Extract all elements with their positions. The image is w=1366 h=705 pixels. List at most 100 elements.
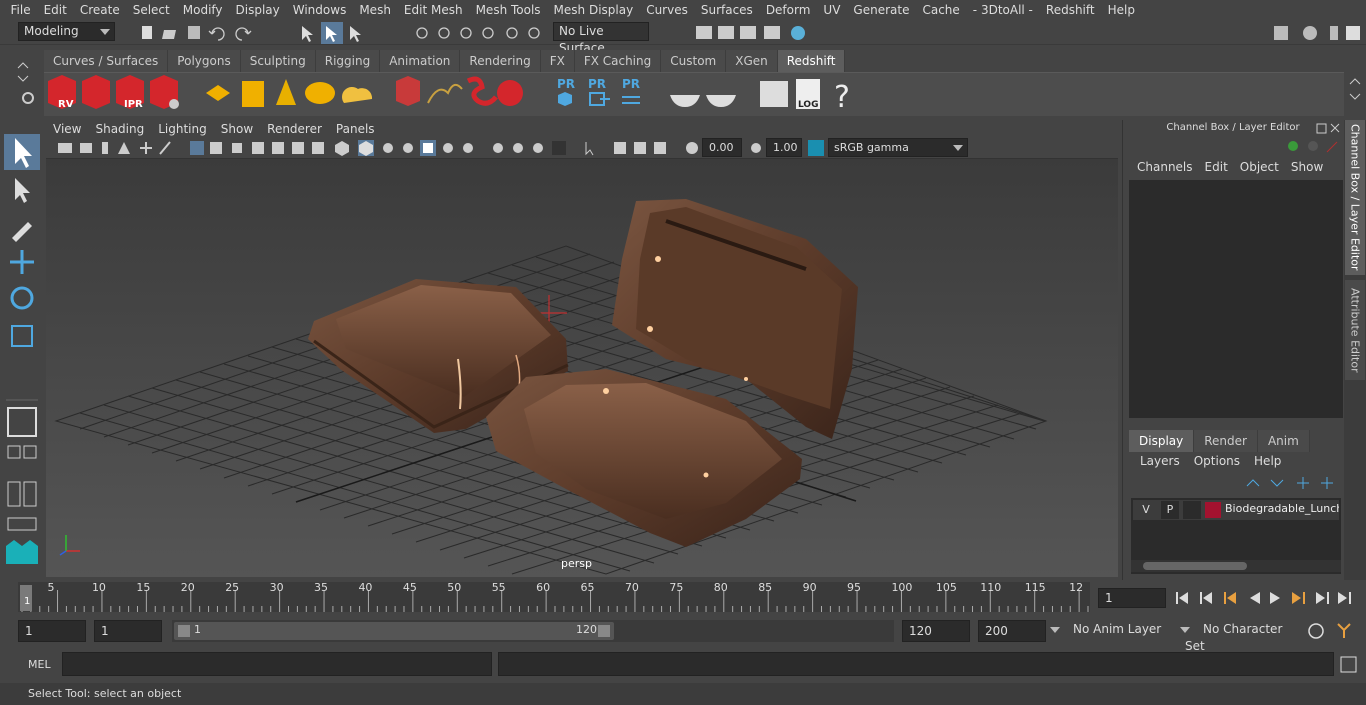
menu-edit-mesh[interactable]: Edit Mesh	[397, 3, 469, 17]
shelf-tab-sculpting[interactable]: Sculpting	[240, 50, 316, 72]
menu-generate[interactable]: Generate	[847, 3, 916, 17]
persp-viewport[interactable]: persp	[46, 159, 1118, 577]
range-left-grip[interactable]	[178, 625, 190, 637]
viewport-menu-renderer[interactable]: Renderer	[260, 122, 329, 136]
spot-light-icon	[276, 79, 296, 105]
menu-select[interactable]: Select	[126, 3, 176, 17]
exposure-field[interactable]: 0.00	[702, 138, 742, 157]
range-slider-handle[interactable]	[174, 622, 614, 640]
rv-render-view-icon: RV	[48, 75, 76, 110]
menu-uv[interactable]: UV	[817, 3, 847, 17]
channel-menu-edit[interactable]: Edit	[1199, 160, 1234, 174]
script-editor-icon	[760, 81, 788, 107]
layer-menu-options[interactable]: Options	[1187, 454, 1247, 468]
lasso-tool-icon	[15, 178, 30, 203]
character-set-dropdown[interactable]: No Character Set	[1180, 621, 1300, 653]
shelf-tab-fx-caching[interactable]: FX Caching	[574, 50, 662, 72]
end-time-field[interactable]: 200	[978, 620, 1046, 642]
layer-visibility-toggle[interactable]: V	[1137, 501, 1155, 519]
menu-mesh[interactable]: Mesh	[353, 3, 398, 17]
menu-file[interactable]: File	[4, 3, 37, 17]
viewport-toolbar: 0.00 1.00 sRGB gamma	[46, 138, 1118, 159]
render-settings-gear-icon	[169, 99, 179, 109]
channel-menu-object[interactable]: Object	[1234, 160, 1285, 174]
channel-menu-show[interactable]: Show	[1285, 160, 1329, 174]
menu-create[interactable]: Create	[73, 3, 126, 17]
layer-reference-toggle[interactable]	[1183, 501, 1201, 519]
range-right-grip[interactable]	[598, 625, 610, 637]
playback-start-field[interactable]: 1	[94, 620, 162, 642]
menu-windows[interactable]: Windows	[286, 3, 353, 17]
layer-hscrollbar[interactable]	[1131, 560, 1341, 572]
viewport-menu-view[interactable]: View	[46, 122, 88, 136]
start-time-field[interactable]: 1	[18, 620, 86, 642]
layer-menu-layers[interactable]: Layers	[1133, 454, 1187, 468]
color-management-icon	[808, 140, 824, 156]
menu-edit[interactable]: Edit	[37, 3, 73, 17]
menu-help[interactable]: Help	[1101, 3, 1141, 17]
shelf-tab-custom[interactable]: Custom	[661, 50, 727, 72]
go-to-start-icon	[1176, 592, 1188, 604]
menu-3dtoall[interactable]: - 3DtoAll -	[966, 3, 1039, 17]
viewport-menu-shading[interactable]: Shading	[88, 122, 151, 136]
layer-menu-help[interactable]: Help	[1247, 454, 1288, 468]
range-slider[interactable]: 1 120	[172, 620, 894, 642]
shelf-tab-animation[interactable]: Animation	[380, 50, 461, 72]
channel-menu-channels[interactable]: Channels	[1131, 160, 1199, 174]
shelf-scroll[interactable]	[1344, 50, 1366, 116]
menu-modify[interactable]: Modify	[176, 3, 229, 17]
workspace-dropdown[interactable]: Modeling	[18, 22, 115, 41]
viewport-menu-lighting[interactable]: Lighting	[151, 122, 214, 136]
viewport-menu-show[interactable]: Show	[214, 122, 260, 136]
live-surface-field[interactable]: No Live Surface	[553, 22, 649, 55]
shelf-tab-xgen[interactable]: XGen	[726, 50, 778, 72]
layer-row[interactable]: V P Biodegradable_Lunch_	[1133, 500, 1339, 520]
menu-redshift[interactable]: Redshift	[1039, 3, 1101, 17]
menu-display[interactable]: Display	[229, 3, 286, 17]
anim-layer-dropdown[interactable]: No Anim Layer	[1050, 621, 1170, 640]
shelf-tab-polygons[interactable]: Polygons	[168, 50, 241, 72]
menu-surfaces[interactable]: Surfaces	[694, 3, 759, 17]
menu-mesh-tools[interactable]: Mesh Tools	[469, 3, 547, 17]
color-space-dropdown[interactable]: sRGB gamma	[828, 138, 968, 157]
gamma-field[interactable]: 1.00	[766, 138, 802, 157]
layer-list: V P Biodegradable_Lunch_	[1131, 498, 1341, 574]
camera-attributes-icon	[80, 143, 92, 153]
use-all-lights-icon	[443, 143, 453, 153]
layer-scroll-thumb[interactable]	[1143, 562, 1247, 570]
tab-attribute-editor[interactable]: Attribute Editor	[1345, 280, 1365, 380]
status-line: Modeling No Live Surface	[0, 20, 1366, 55]
menu-curves[interactable]: Curves	[640, 3, 695, 17]
shelf-tab-fx[interactable]: FX	[540, 50, 575, 72]
shelf-gutter	[0, 48, 44, 118]
script-language-toggle[interactable]: MEL	[28, 658, 51, 671]
pr-label-2: PR	[588, 77, 606, 91]
tab-channel-box[interactable]: Channel Box / Layer Editor	[1345, 120, 1365, 275]
layer-tab-display[interactable]: Display	[1129, 430, 1195, 452]
viewport-menu-panels[interactable]: Panels	[329, 122, 382, 136]
render-view-icon	[696, 26, 712, 39]
command-input[interactable]	[62, 652, 492, 676]
time-slider[interactable]: 5 10 15 20 25 30 35 40 45 50 55 60 65 70 75 80 85 90 95 100…	[0, 580, 1366, 616]
shelf-tab-redshift[interactable]: Redshift	[777, 50, 846, 72]
shelf-tab-rendering[interactable]: Rendering	[460, 50, 541, 72]
layer-tab-anim[interactable]: Anim	[1257, 430, 1310, 452]
layer-tab-render[interactable]: Render	[1194, 430, 1258, 452]
layer-playback-toggle[interactable]: P	[1161, 501, 1179, 519]
menu-deform[interactable]: Deform	[759, 3, 817, 17]
timeline-track[interactable]: 5 10 15 20 25 30 35 40 45 50 55 60 65 70 75 80 85 90 95 100…	[18, 582, 1090, 612]
layer-color-swatch[interactable]	[1205, 502, 1221, 518]
shelf-tab-rigging[interactable]: Rigging	[315, 50, 381, 72]
menu-mesh-display[interactable]: Mesh Display	[547, 3, 640, 17]
channel-list[interactable]	[1129, 180, 1343, 418]
redshift-shelf: RV IPR PR PR PR LOG ?	[44, 72, 1344, 116]
menu-cache[interactable]: Cache	[916, 3, 966, 17]
command-line: MEL	[0, 650, 1366, 680]
shelf-settings-gear-icon	[22, 92, 34, 104]
layer-name[interactable]: Biodegradable_Lunch_	[1225, 502, 1339, 515]
depth-of-field-icon	[552, 141, 566, 155]
playback-end-field[interactable]: 120	[902, 620, 970, 642]
current-frame-field[interactable]: 1	[1098, 588, 1166, 608]
timeline-tick-label: 80	[714, 582, 728, 594]
shelf-tab-curves-surfaces[interactable]: Curves / Surfaces	[44, 50, 169, 72]
